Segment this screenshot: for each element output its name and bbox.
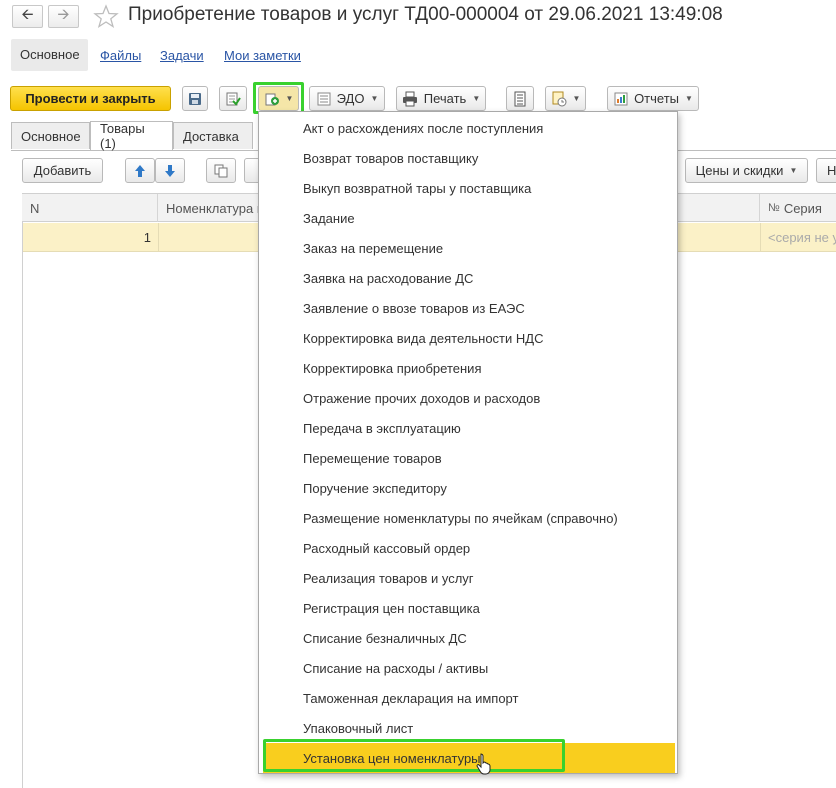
menu-item[interactable]: Заявка на расходование ДС — [263, 263, 675, 293]
subnav-tasks-link[interactable]: Задачи — [160, 48, 204, 63]
tab-main[interactable]: Основное — [11, 122, 90, 149]
reports-button[interactable]: Отчеты ▼ — [607, 86, 699, 111]
selected-item-highlight — [263, 739, 565, 772]
journal-button[interactable] — [506, 86, 534, 111]
arrow-down-icon — [165, 164, 175, 177]
reports-icon — [614, 92, 628, 105]
menu-item[interactable]: Реализация товаров и услуг — [263, 563, 675, 593]
row-number: 1 — [143, 230, 151, 245]
add-row-button[interactable]: Добавить — [22, 158, 103, 183]
menu-item[interactable]: Передача в эксплуатацию — [263, 413, 675, 443]
menu-item[interactable]: Регистрация цен поставщика — [263, 593, 675, 623]
arrow-right-icon: 🡪 — [57, 6, 70, 23]
row-divider — [760, 223, 761, 251]
document-structure-icon — [552, 91, 567, 106]
menu-item[interactable]: Возврат товаров поставщику — [263, 143, 675, 173]
subnav-main-label: Основное — [20, 47, 80, 62]
column-header-series[interactable]: № Серия — [760, 194, 836, 222]
prices-discounts-button[interactable]: Цены и скидки ▼ — [685, 158, 808, 183]
reports-label: Отчеты — [634, 91, 679, 106]
menu-item[interactable]: Списание на расходы / активы — [263, 653, 675, 683]
menu-item[interactable]: Поручение экспедитору — [263, 473, 675, 503]
post-document-icon — [226, 92, 241, 106]
tab-delivery[interactable]: Доставка — [173, 122, 253, 149]
chevron-down-icon: ▼ — [789, 166, 798, 175]
menu-item[interactable]: Корректировка вида деятельности НДС — [263, 323, 675, 353]
print-label: Печать — [423, 91, 467, 106]
printer-icon — [402, 91, 417, 106]
arrow-left-icon: 🡨 — [21, 6, 34, 23]
menu-item[interactable]: Задание — [263, 203, 675, 233]
print-button[interactable]: Печать ▼ — [396, 86, 486, 111]
chevron-down-icon: ▼ — [370, 94, 379, 103]
page-title: Приобретение товаров и услуг ТД00-000004… — [128, 4, 723, 25]
copy-row-button[interactable] — [206, 158, 236, 183]
column-header-n[interactable]: N — [22, 194, 158, 222]
copy-icon — [214, 164, 228, 177]
create-based-on-menu: Акт о расхождениях после поступления Воз… — [258, 111, 678, 774]
series-header-label: Серия — [783, 200, 822, 216]
tab-goods[interactable]: Товары (1) — [90, 121, 173, 151]
menu-item[interactable]: Выкуп возвратной тары у поставщика — [263, 173, 675, 203]
move-down-button[interactable] — [155, 158, 185, 183]
menu-item[interactable]: Таможенная декларация на импорт — [263, 683, 675, 713]
series-number-icon: № — [768, 202, 780, 214]
series-placeholder[interactable]: <серия не у — [768, 230, 836, 245]
prices-discounts-label: Цены и скидки — [695, 163, 784, 178]
menu-item[interactable]: Акт о расхождениях после поступления — [263, 113, 675, 143]
more-button[interactable]: Н — [816, 158, 836, 183]
menu-item[interactable]: Корректировка приобретения — [263, 353, 675, 383]
structure-button[interactable]: ▼ — [545, 86, 586, 111]
chevron-down-icon: ▼ — [472, 94, 481, 103]
menu-item[interactable]: Заказ на перемещение — [263, 233, 675, 263]
subnav-notes-link[interactable]: Мои заметки — [224, 48, 301, 63]
menu-item[interactable]: Отражение прочих доходов и расходов — [263, 383, 675, 413]
journal-icon — [514, 91, 526, 106]
grid-left-border — [22, 193, 23, 788]
subnav-files-link[interactable]: Файлы — [100, 48, 141, 63]
star-icon[interactable] — [93, 4, 119, 28]
menu-item[interactable]: Перемещение товаров — [263, 443, 675, 473]
create-based-on-button[interactable]: ▼ — [258, 86, 299, 111]
menu-item[interactable]: Расходный кассовый ордер — [263, 533, 675, 563]
menu-item[interactable]: Размещение номенклатуры по ячейкам (спра… — [263, 503, 675, 533]
edo-icon — [317, 92, 331, 105]
create-based-on-icon — [265, 93, 279, 105]
edo-label: ЭДО — [336, 91, 365, 106]
chevron-down-icon: ▼ — [285, 94, 294, 103]
post-and-close-button[interactable]: Провести и закрыть — [10, 86, 171, 111]
move-up-button[interactable] — [125, 158, 155, 183]
chevron-down-icon: ▼ — [572, 94, 581, 103]
save-button[interactable] — [182, 86, 208, 111]
back-button[interactable]: 🡨 — [12, 5, 43, 28]
arrow-up-icon — [135, 164, 145, 177]
menu-item[interactable]: Списание безналичных ДС — [263, 623, 675, 653]
forward-button[interactable]: 🡪 — [48, 5, 79, 28]
row-divider — [158, 223, 159, 251]
chevron-down-icon: ▼ — [685, 94, 693, 103]
mouse-pointer-icon — [476, 753, 492, 775]
post-button[interactable] — [219, 86, 247, 111]
menu-item[interactable]: Заявление о ввозе товаров из ЕАЭС — [263, 293, 675, 323]
subnav-main[interactable]: Основное — [11, 39, 88, 71]
edo-button[interactable]: ЭДО ▼ — [309, 86, 385, 111]
floppy-disk-icon — [189, 92, 201, 105]
